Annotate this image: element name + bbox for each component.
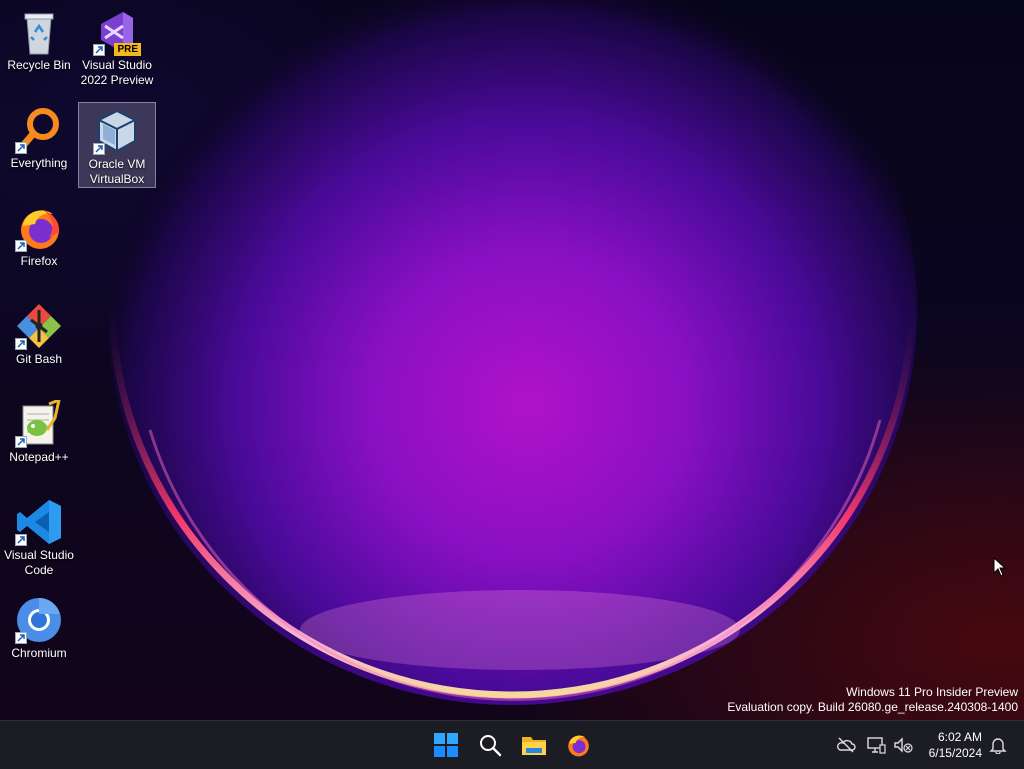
watermark-build: Evaluation copy. Build 26080.ge_release.… <box>727 700 1018 714</box>
preview-badge: PRE <box>114 43 141 56</box>
clock-time: 6:02 AM <box>937 730 982 744</box>
desktop-icon-oracle-vm-virtualbox[interactable]: Oracle VM VirtualBox <box>78 102 156 188</box>
desktop-icon-everything[interactable]: Everything <box>0 102 78 192</box>
virtualbox-cube-icon <box>93 107 141 155</box>
start-icon <box>434 733 458 757</box>
clock-date: 6/15/2024 <box>928 746 982 760</box>
shortcut-arrow-icon <box>15 338 27 350</box>
notepad-plus-plus-icon <box>15 397 63 448</box>
desktop-icon-recycle-bin[interactable]: Recycle Bin <box>0 4 78 94</box>
file-explorer-button[interactable] <box>518 729 550 761</box>
search-icon <box>480 735 502 757</box>
shortcut-arrow-icon <box>15 534 27 546</box>
system-clock[interactable]: 6:02 AM 6/15/2024 <box>929 729 982 761</box>
desktop-icon-label: Visual Studio 2022 Preview <box>80 58 154 87</box>
desktop-icon-label: Notepad++ <box>9 450 69 464</box>
mouse-cursor-icon <box>993 557 1007 577</box>
recycle-bin-icon <box>15 8 63 56</box>
desktop-icon-label: Firefox <box>20 254 58 268</box>
desktop-icon-label: Everything <box>10 156 68 170</box>
network-icon[interactable] <box>866 736 886 754</box>
visual-studio-preview-icon: PRE <box>93 8 141 56</box>
desktop-icon-label: Recycle Bin <box>7 58 71 72</box>
file-explorer-icon <box>522 737 546 755</box>
shortcut-arrow-icon <box>15 240 27 252</box>
search-button[interactable] <box>474 729 506 761</box>
everything-magnifier-icon <box>15 106 63 154</box>
onedrive-icon[interactable] <box>836 736 856 754</box>
vscode-icon <box>15 498 63 546</box>
firefox-icon <box>568 735 589 757</box>
desktop-icon-label: Git Bash <box>15 352 63 366</box>
desktop-icon-visual-studio-code[interactable]: Visual Studio Code <box>0 494 78 584</box>
watermark-edition: Windows 11 Pro Insider Preview <box>846 685 1018 699</box>
desktop-icon-git-bash[interactable]: Git Bash <box>0 298 78 388</box>
shortcut-arrow-icon <box>15 632 27 644</box>
desktop-icon-label: Visual Studio Code <box>4 548 74 577</box>
shortcut-arrow-icon <box>93 143 105 155</box>
desktop-icon-label: Chromium <box>11 646 67 660</box>
desktop-icon-label: Oracle VM VirtualBox <box>88 157 146 186</box>
shortcut-arrow-icon <box>93 44 105 56</box>
notification-bell-icon[interactable] <box>988 736 1008 754</box>
chromium-icon <box>15 596 63 644</box>
firefox-icon <box>15 204 63 252</box>
start-button[interactable] <box>430 729 462 761</box>
shortcut-arrow-icon <box>15 436 27 448</box>
desktop-icon-chromium[interactable]: Chromium <box>0 592 78 682</box>
git-bash-icon <box>15 302 63 350</box>
taskbar: 6:02 AM 6/15/2024 <box>0 720 1024 769</box>
firefox-taskbar-button[interactable] <box>562 729 594 761</box>
volume-muted-icon[interactable] <box>893 736 913 754</box>
desktop-icon-notepad-plus-plus[interactable]: Notepad++ <box>0 396 78 486</box>
evaluation-watermark: Windows 11 Pro Insider Preview Evaluatio… <box>727 685 1018 715</box>
desktop-icon-firefox[interactable]: Firefox <box>0 200 78 290</box>
desktop-icon-visual-studio-2022-preview[interactable]: PRE Visual Studio 2022 Preview <box>78 4 156 94</box>
shortcut-arrow-icon <box>15 142 27 154</box>
